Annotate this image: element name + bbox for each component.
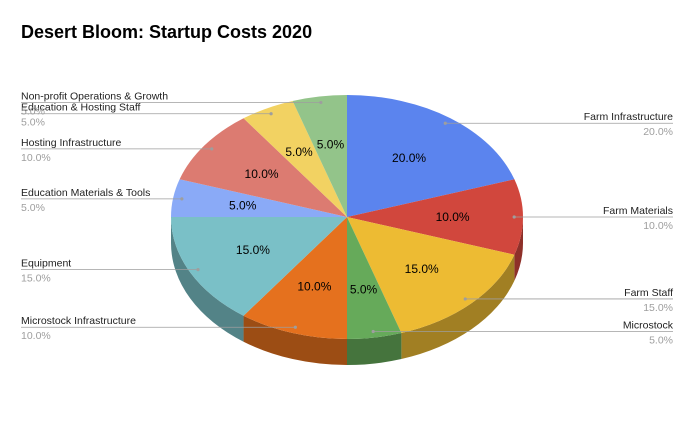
callout-label-education-materials-tools: Education Materials & Tools [21,187,150,199]
callout-label-hosting-infrastructure: Hosting Infrastructure [21,137,122,149]
slice-value-label-education-materials-tools: 5.0% [229,199,257,213]
slice-value-label-hosting-infrastructure: 10.0% [245,167,279,181]
pie-chart: Desert Bloom: Startup Costs 2020 20.0% 10… [21,22,674,365]
pie-slices [171,95,523,339]
callout-percent-farm-infrastructure: 20.0% [643,126,673,138]
callout-percent-farm-staff: 15.0% [643,302,673,314]
callout-label-equipment: Equipment [21,258,71,270]
callout-label-microstock-infrastructure: Microstock Infrastructure [21,315,136,327]
slice-value-label-farm-staff: 15.0% [405,262,439,276]
callout-percent-education-hosting-staff: 5.0% [21,117,45,129]
slice-value-label-equipment: 15.0% [236,243,270,257]
callout-percent-microstock: 5.0% [649,334,673,346]
callout-percent-equipment: 15.0% [21,273,51,285]
callout-label-non-profit-operations-growth: Non-profit Operations & Growth [21,91,168,103]
callout-percent-non-profit-operations-growth: 5.0% [21,106,45,118]
callout-percent-education-materials-tools: 5.0% [21,202,45,214]
chart-container: Desert Bloom: Startup Costs 2020 20.0% 10… [0,0,695,429]
callout-percent-farm-materials: 10.0% [643,220,673,232]
callout-label-farm-staff: Farm Staff [624,287,673,299]
callout-label-farm-infrastructure: Farm Infrastructure [584,111,673,123]
callout-label-microstock: Microstock [623,319,674,331]
chart-title: Desert Bloom: Startup Costs 2020 [21,22,312,42]
callout-percent-hosting-infrastructure: 10.0% [21,152,51,164]
slice-value-label-education-hosting-staff: 5.0% [285,145,313,159]
slice-value-label-microstock: 5.0% [350,282,378,296]
slice-value-label-farm-infrastructure: 20.0% [392,151,426,165]
slice-value-label-non-profit-operations-growth: 5.0% [317,138,345,152]
callout-percent-microstock-infrastructure: 10.0% [21,330,51,342]
slice-value-label-farm-materials: 10.0% [436,210,470,224]
callout-label-farm-materials: Farm Materials [603,205,673,217]
slice-value-label-microstock-infrastructure: 10.0% [297,280,331,294]
